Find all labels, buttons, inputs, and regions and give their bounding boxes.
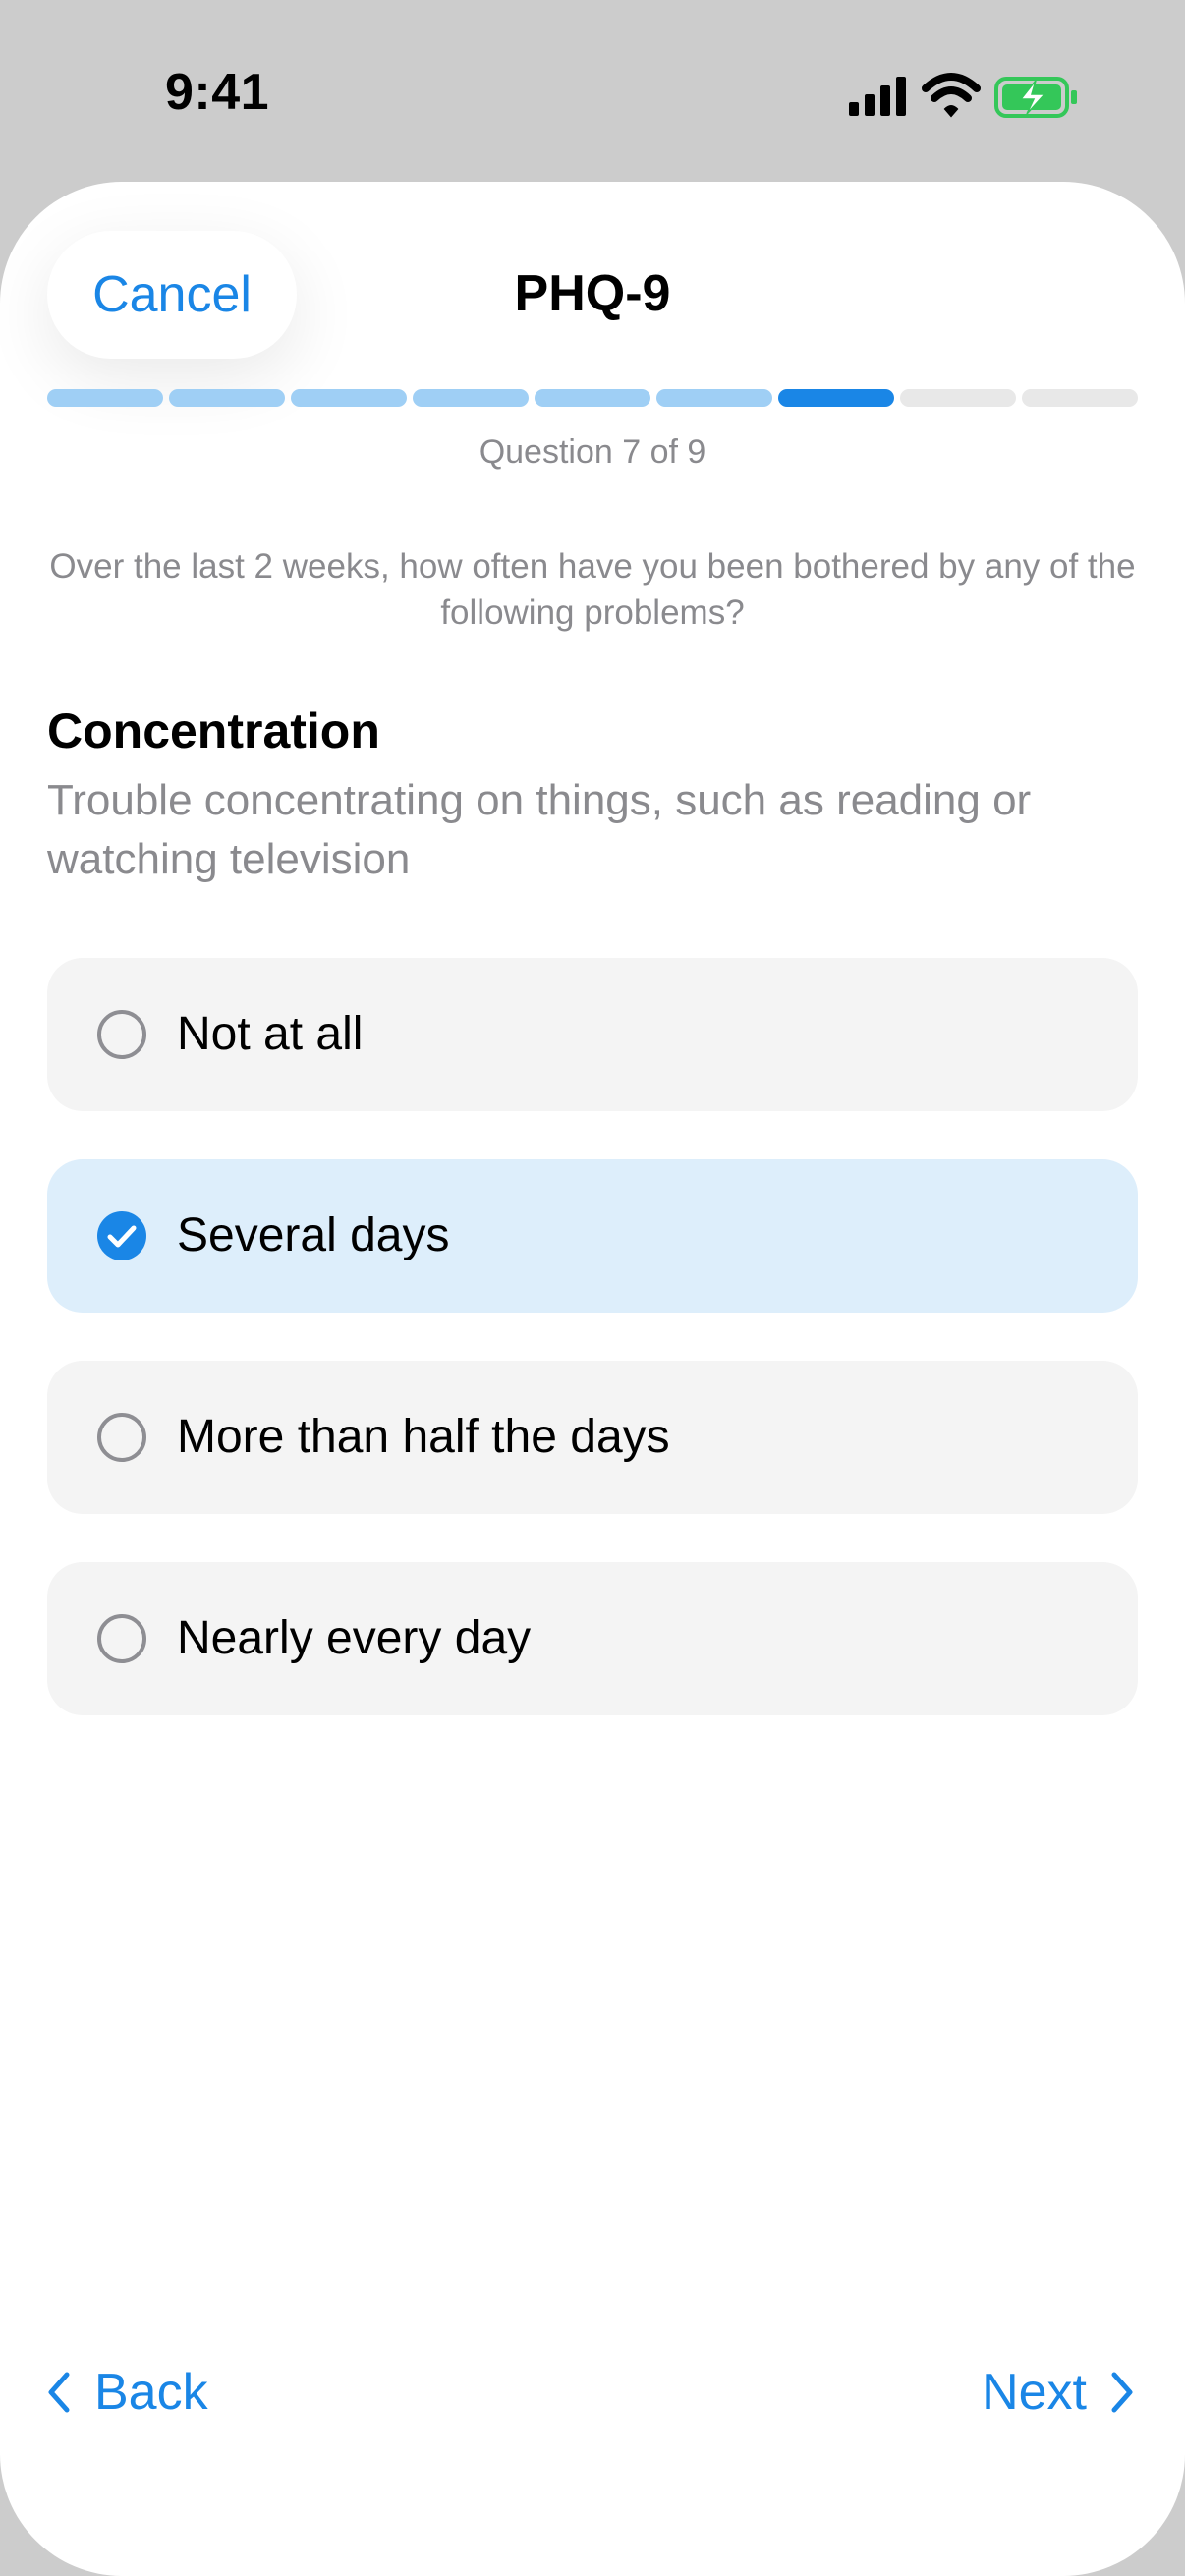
question-title: Concentration [47, 703, 380, 758]
progress-segment [656, 389, 772, 407]
radio-unchecked-icon[interactable] [96, 1412, 147, 1463]
option-label: Several days [177, 1209, 450, 1261]
progress-segment [291, 389, 407, 407]
chevron-right-icon [1111, 2372, 1133, 2413]
instructions-text: Over the last 2 weeks, how often have yo… [49, 547, 1136, 632]
page-title: PHQ-9 [514, 265, 671, 322]
option-several-days[interactable]: Several days [47, 1159, 1138, 1313]
progress-segment [778, 389, 894, 407]
battery-charging-icon [994, 77, 1077, 118]
question-description: Trouble concentrating on things, such as… [47, 776, 1032, 883]
option-label: Not at all [177, 1008, 364, 1060]
option-more-than-half-the-days[interactable]: More than half the days [47, 1361, 1138, 1514]
option-label: Nearly every day [177, 1612, 532, 1664]
back-label: Back [94, 2364, 208, 2421]
next-button[interactable]: Next [982, 2353, 1138, 2432]
radio-unchecked-icon[interactable] [96, 1009, 147, 1060]
radio-unchecked-icon[interactable] [96, 1613, 147, 1664]
next-label: Next [982, 2364, 1087, 2421]
radio-checked-icon[interactable] [96, 1210, 147, 1261]
wifi-icon [922, 73, 981, 118]
progress-segment [47, 389, 163, 407]
status-icons [849, 73, 1077, 118]
progress-bar [47, 389, 1138, 407]
question-counter: Question 7 of 9 [479, 433, 706, 471]
progress-segment [1022, 389, 1138, 407]
progress-segment [535, 389, 650, 407]
progress-segment [900, 389, 1016, 407]
back-button[interactable]: Back [43, 2353, 208, 2432]
chevron-left-icon [48, 2372, 70, 2413]
status-time: 9:41 [165, 64, 270, 121]
progress-segment [413, 389, 529, 407]
option-not-at-all[interactable]: Not at all [47, 958, 1138, 1111]
questionnaire-sheet: Cancel PHQ-9 Question 7 of 9 Over the la… [0, 182, 1185, 2576]
progress-segment [169, 389, 285, 407]
option-nearly-every-day[interactable]: Nearly every day [47, 1562, 1138, 1715]
status-bar: 9:41 [0, 0, 1185, 187]
cellular-signal-icon [849, 77, 906, 116]
option-label: More than half the days [177, 1411, 670, 1463]
